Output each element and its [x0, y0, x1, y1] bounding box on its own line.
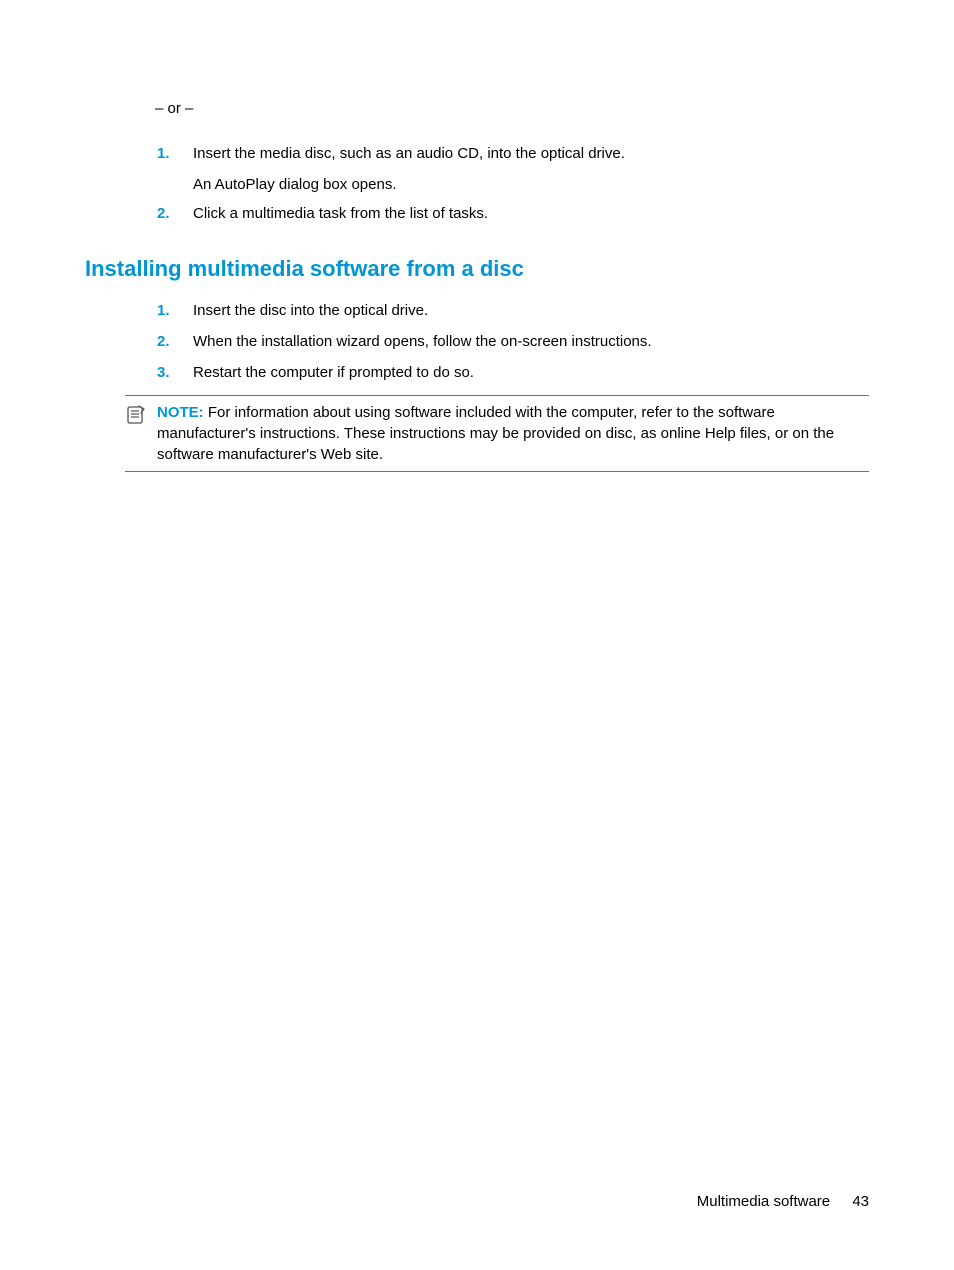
section-numbered-list: 1. Insert the disc into the optical driv… — [157, 302, 869, 381]
item-number: 2. — [157, 333, 193, 350]
item-text: Insert the media disc, such as an audio … — [193, 145, 869, 162]
top-numbered-list-cont: 2. Click a multimedia task from the list… — [157, 205, 869, 222]
item-text: Restart the computer if prompted to do s… — [193, 364, 869, 381]
section-heading: Installing multimedia software from a di… — [85, 256, 869, 282]
or-separator: – or – — [155, 100, 869, 117]
item-text: When the installation wizard opens, foll… — [193, 333, 869, 350]
note-icon — [125, 404, 147, 424]
list-item: 3. Restart the computer if prompted to d… — [157, 364, 869, 381]
item-number: 1. — [157, 145, 193, 162]
page-footer: Multimedia software 43 — [697, 1193, 869, 1210]
footer-title: Multimedia software — [697, 1193, 830, 1210]
footer-page-number: 43 — [852, 1193, 869, 1210]
item-subtext: An AutoPlay dialog box opens. — [193, 176, 869, 193]
list-item: 2. Click a multimedia task from the list… — [157, 205, 869, 222]
item-text: Click a multimedia task from the list of… — [193, 205, 869, 222]
top-numbered-list: 1. Insert the media disc, such as an aud… — [157, 145, 869, 162]
item-text: Insert the disc into the optical drive. — [193, 302, 869, 319]
note-text: For information about using software inc… — [157, 404, 834, 463]
note-block: NOTE: For information about using softwa… — [125, 395, 869, 472]
item-number: 2. — [157, 205, 193, 222]
note-label: NOTE: — [157, 404, 204, 421]
note-content: NOTE: For information about using softwa… — [157, 402, 869, 465]
list-item: 2. When the installation wizard opens, f… — [157, 333, 869, 350]
list-item: 1. Insert the media disc, such as an aud… — [157, 145, 869, 162]
page-content: – or – 1. Insert the media disc, such as… — [0, 0, 954, 472]
item-number: 1. — [157, 302, 193, 319]
item-number: 3. — [157, 364, 193, 381]
list-item: 1. Insert the disc into the optical driv… — [157, 302, 869, 319]
